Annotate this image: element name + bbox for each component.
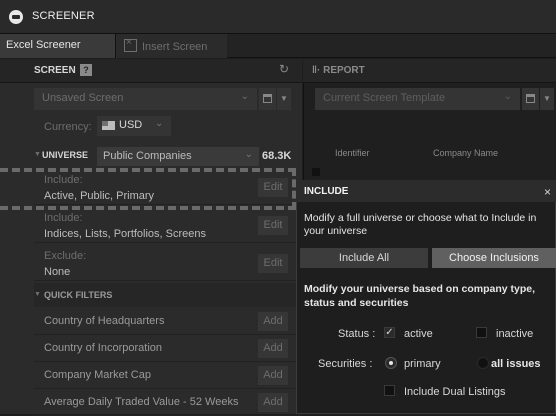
criteria-value: Indices, Lists, Portfolios, Screens — [44, 228, 207, 240]
save-screen-icon[interactable] — [259, 88, 276, 110]
add-filter-button[interactable]: Add — [258, 366, 288, 385]
screener-icon — [9, 10, 23, 24]
quick-filter-row: Average Daily Traded Value - 52 Weeks Ad… — [34, 390, 302, 416]
universe-select[interactable]: Public Companies ⌄ — [97, 147, 259, 166]
tab-insert-screen-label: Insert Screen — [142, 41, 208, 53]
column-header-company-name[interactable]: Company Name — [433, 148, 498, 158]
highlight-outline — [0, 206, 296, 210]
include-dialog-description: Modify a full universe or choose what to… — [304, 212, 537, 237]
highlight-outline — [0, 168, 296, 172]
securities-label: Securities : — [318, 358, 373, 370]
us-flag-icon — [102, 121, 115, 130]
save-template-menu-arrow[interactable]: ▼ — [540, 88, 554, 110]
securities-all-issues-label: all issues — [491, 358, 541, 370]
app-title: SCREENER — [32, 10, 95, 22]
criteria-value: None — [44, 266, 71, 278]
securities-primary-label: primary — [404, 358, 441, 370]
quick-filter-label: Average Daily Traded Value - 52 Weeks — [44, 396, 239, 408]
universe-collapse-icon[interactable]: ▼ — [34, 151, 41, 158]
criteria-row: Include: Active, Public, Primary Edit — [34, 170, 302, 205]
currency-select[interactable]: USD ⌄ — [97, 116, 171, 136]
quick-filter-label: Country of Incorporation — [44, 342, 163, 354]
edit-exclude-button[interactable]: Edit — [258, 254, 288, 273]
universe-count: 68.3K — [262, 150, 292, 162]
report-template-value: Current Screen Template — [323, 92, 446, 104]
criteria-row: Exclude: None Edit — [34, 246, 302, 281]
criteria-label: Include: — [44, 174, 83, 186]
chevron-down-icon: ⌄ — [244, 149, 253, 160]
securities-primary-radio[interactable] — [385, 357, 397, 369]
save-template-icon[interactable] — [522, 88, 539, 110]
status-active-checkbox[interactable]: ✓ — [384, 327, 395, 338]
quick-filter-label: Company Market Cap — [44, 369, 151, 381]
status-inactive-checkbox[interactable] — [476, 327, 487, 338]
screen-panel-title: SCREEN — [34, 65, 76, 76]
criteria-label: Exclude: — [44, 250, 87, 262]
criteria-row: Include: Indices, Lists, Portfolios, Scr… — [34, 208, 302, 243]
row-select-checkbox[interactable] — [312, 168, 320, 176]
add-filter-button[interactable]: Add — [258, 339, 288, 358]
dual-listings-label: Include Dual Listings — [404, 386, 506, 398]
status-label: Status : — [338, 328, 376, 340]
report-panel-title: ‖· REPORT — [312, 65, 365, 76]
close-icon[interactable]: × — [544, 185, 551, 199]
report-template-select[interactable]: Current Screen Template ⌄ — [315, 88, 520, 110]
chevron-down-icon: ⌄ — [155, 118, 164, 129]
add-filter-button[interactable]: Add — [258, 393, 288, 412]
help-icon[interactable]: ? — [80, 64, 92, 76]
quick-filter-label: Country of Headquarters — [44, 315, 165, 327]
insert-screen-icon — [124, 37, 137, 52]
chevron-down-icon: ⌄ — [503, 91, 512, 102]
universe-value: Public Companies — [103, 150, 192, 162]
chevron-down-icon: ⌄ — [240, 91, 249, 102]
include-dialog-title: INCLUDE — [304, 186, 349, 197]
quick-filter-row: Company Market Cap Add — [34, 363, 302, 389]
edit-include-lists-button[interactable]: Edit — [258, 216, 288, 235]
quick-filters-collapse-icon[interactable]: ▼ — [34, 291, 41, 298]
report-icon: ‖· — [312, 65, 321, 76]
quick-filter-row: Country of Incorporation Add — [34, 336, 302, 362]
refresh-icon[interactable]: ↻ — [279, 62, 289, 76]
status-active-label: active — [404, 328, 433, 340]
screen-select[interactable]: Unsaved Screen ⌄ — [34, 88, 257, 110]
choose-inclusions-button[interactable]: Choose Inclusions — [432, 248, 556, 268]
status-inactive-label: inactive — [496, 328, 534, 340]
dual-listings-checkbox[interactable] — [384, 385, 395, 396]
universe-label: UNIVERSE — [42, 150, 89, 160]
currency-value: USD — [119, 119, 143, 131]
currency-label: Currency: — [44, 121, 92, 133]
tab-excel-screener[interactable]: Excel Screener — [0, 34, 115, 58]
quick-filters-label: QUICK FILTERS — [44, 290, 113, 300]
screen-select-value: Unsaved Screen — [42, 92, 124, 104]
report-title-text: REPORT — [323, 65, 365, 76]
criteria-value: Active, Public, Primary — [44, 190, 155, 202]
add-filter-button[interactable]: Add — [258, 312, 288, 331]
edit-include-button[interactable]: Edit — [258, 178, 288, 197]
criteria-label: Include: — [44, 212, 83, 224]
securities-all-issues-radio[interactable] — [477, 357, 489, 369]
column-header-identifier[interactable]: Identifier — [335, 148, 370, 158]
quick-filter-row: Country of Headquarters Add — [34, 309, 302, 335]
modify-universe-text: Modify your universe based on company ty… — [304, 283, 536, 309]
include-all-button[interactable]: Include All — [300, 248, 428, 268]
tab-insert-screen[interactable]: Insert Screen — [115, 34, 227, 58]
save-menu-arrow[interactable]: ▼ — [277, 88, 291, 110]
